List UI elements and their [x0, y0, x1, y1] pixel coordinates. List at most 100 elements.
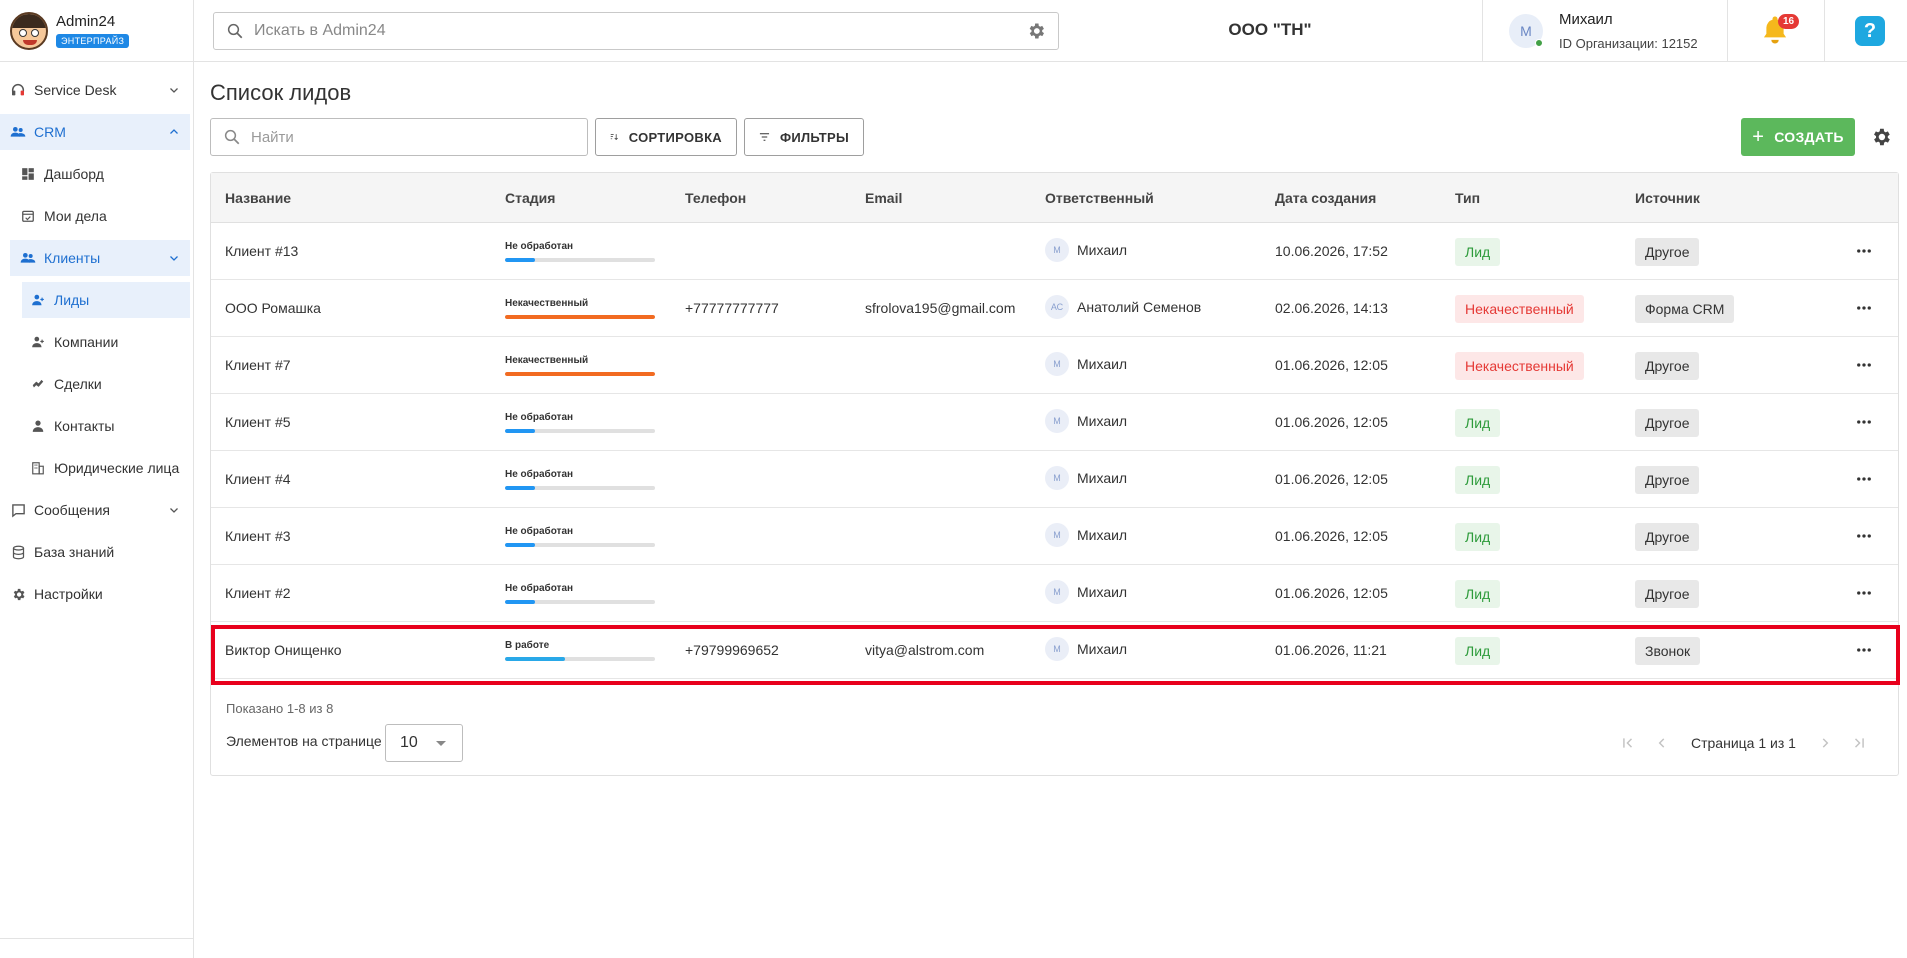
- responsible: М Михаил: [1045, 238, 1127, 262]
- admin24-logo-icon: [10, 11, 48, 50]
- more-horizontal-icon: [1857, 249, 1871, 253]
- column-header-responsible[interactable]: Ответственный: [1045, 190, 1154, 206]
- stage-label: Не обработан: [505, 241, 574, 252]
- sidebar-item-companies[interactable]: Компании: [0, 324, 190, 360]
- person-add-icon: [30, 292, 46, 308]
- sidebar-item-service-desk[interactable]: Service Desk: [0, 72, 190, 108]
- column-header-email[interactable]: Email: [865, 190, 902, 206]
- lead-name[interactable]: Клиент #3: [225, 528, 291, 544]
- more-actions-button[interactable]: [1855, 642, 1873, 658]
- notifications-button[interactable]: 16: [1760, 14, 1800, 48]
- table-settings-button[interactable]: [1870, 126, 1892, 153]
- responsible: М Михаил: [1045, 409, 1127, 433]
- created-date: 01.06.2026, 12:05: [1275, 414, 1388, 430]
- type-badge: Лид: [1455, 523, 1501, 551]
- leads-search[interactable]: [210, 118, 588, 156]
- table-row[interactable]: Клиент #3 Не обработан М Михаил 01.06.2026, …: [211, 508, 1898, 565]
- table-row[interactable]: Клиент #5 Не обработан М Михаил 01.06.2026, …: [211, 394, 1898, 451]
- sidebar-item-contacts[interactable]: Контакты: [0, 408, 190, 444]
- lead-name[interactable]: Клиент #7: [225, 357, 291, 373]
- first-page-icon: [1623, 738, 1633, 748]
- stage-progress-bar: [505, 315, 655, 319]
- lead-name[interactable]: ООО Ромашка: [225, 300, 321, 316]
- more-actions-button[interactable]: [1855, 471, 1873, 487]
- lead-name[interactable]: Клиент #5: [225, 414, 291, 430]
- table-row[interactable]: ООО Ромашка Некачественный +77777777777 sfr…: [211, 280, 1898, 337]
- more-actions-button[interactable]: [1855, 357, 1873, 373]
- sidebar-item-settings[interactable]: Настройки: [0, 576, 190, 612]
- column-header-stage[interactable]: Стадия: [505, 190, 555, 206]
- table-row[interactable]: Клиент #4 Не обработан М Михаил 01.06.2026, …: [211, 451, 1898, 508]
- responsible-name: Михаил: [1077, 641, 1128, 657]
- column-header-created[interactable]: Дата создания: [1275, 190, 1376, 206]
- stage-label: В работе: [505, 640, 550, 651]
- sort-button[interactable]: СОРТИРОВКА: [595, 118, 737, 156]
- column-header-phone[interactable]: Телефон: [685, 190, 746, 206]
- sort-label: СОРТИРОВКА: [628, 129, 722, 145]
- responsible: М Михаил: [1045, 523, 1127, 547]
- table-row[interactable]: Клиент #7 Некачественный М Михаил 01.06.2026…: [211, 337, 1898, 394]
- avatar: М: [1045, 466, 1069, 490]
- table-row[interactable]: Клиент #13 Не обработан М Михаил 10.06.2026,…: [211, 223, 1898, 280]
- prev-page-button[interactable]: [1645, 726, 1679, 760]
- sidebar-item-clients[interactable]: Клиенты: [10, 240, 190, 276]
- gear-icon[interactable]: [1026, 21, 1046, 41]
- per-page-select[interactable]: 10: [385, 724, 463, 762]
- type-badge: Лид: [1455, 238, 1501, 266]
- sidebar-item-crm[interactable]: CRM: [0, 114, 190, 150]
- sidebar-item-dashboard[interactable]: Дашборд: [0, 156, 190, 192]
- sidebar-item-knowledge-base[interactable]: База знаний: [0, 534, 190, 570]
- responsible-name: Михаил: [1077, 584, 1128, 600]
- people-icon: [20, 250, 36, 266]
- type-badge: Лид: [1455, 409, 1501, 437]
- leads-search-input[interactable]: [251, 128, 575, 146]
- sidebar-item-label: Мои дела: [44, 208, 107, 224]
- help-button[interactable]: ?: [1855, 16, 1885, 46]
- responsible-name: Анатолий Семенов: [1077, 299, 1202, 315]
- stage-progress-fill: [505, 429, 535, 433]
- chevron-right-icon: [1822, 738, 1829, 748]
- page-info: Страница 1 из 1: [1691, 735, 1796, 751]
- table-row[interactable]: Клиент #2 Не обработан М Михаил 01.06.2026, …: [211, 565, 1898, 622]
- filters-button[interactable]: ФИЛЬТРЫ: [744, 118, 864, 156]
- create-button[interactable]: + СОЗДАТЬ: [1741, 118, 1855, 156]
- sidebar-item-my-tasks[interactable]: Мои дела: [0, 198, 190, 234]
- more-actions-button[interactable]: [1855, 585, 1873, 601]
- more-actions-button[interactable]: [1855, 528, 1873, 544]
- table-row[interactable]: Виктор Онищенко В работе +79799969652 vitya…: [211, 622, 1898, 679]
- brand[interactable]: Admin24 ЭНТЕРПРАЙЗ: [0, 0, 194, 62]
- column-header-source[interactable]: Источник: [1635, 190, 1700, 206]
- more-actions-button[interactable]: [1855, 243, 1873, 259]
- more-horizontal-icon: [1857, 534, 1871, 538]
- handshake-icon: [30, 376, 46, 392]
- user-name: Михаил: [1559, 11, 1613, 28]
- lead-name[interactable]: Клиент #13: [225, 243, 298, 259]
- global-search-input[interactable]: [254, 22, 1026, 40]
- stage-progress-bar: [505, 657, 655, 661]
- lead-name[interactable]: Клиент #4: [225, 471, 291, 487]
- more-horizontal-icon: [1857, 591, 1871, 595]
- lead-name[interactable]: Виктор Онищенко: [225, 642, 342, 658]
- sidebar-item-legal-entities[interactable]: Юридические лица: [0, 450, 190, 486]
- building-icon: [30, 460, 46, 476]
- more-actions-button[interactable]: [1855, 414, 1873, 430]
- sidebar-item-messages[interactable]: Сообщения: [0, 492, 190, 528]
- more-actions-button[interactable]: [1855, 300, 1873, 316]
- last-page-button[interactable]: [1842, 726, 1876, 760]
- next-page-button[interactable]: [1808, 726, 1842, 760]
- per-page-label: Элементов на странице: [226, 733, 382, 749]
- stage-progress-fill: [505, 258, 535, 262]
- first-page-button[interactable]: [1611, 726, 1645, 760]
- sidebar-item-deals[interactable]: Сделки: [0, 366, 190, 402]
- lead-name[interactable]: Клиент #2: [225, 585, 291, 601]
- more-horizontal-icon: [1857, 420, 1871, 424]
- org-name[interactable]: ООО "ТН": [1180, 20, 1360, 40]
- sidebar-item-leads[interactable]: Лиды: [22, 282, 190, 318]
- avatar[interactable]: М: [1509, 14, 1543, 48]
- global-search[interactable]: [213, 12, 1059, 50]
- column-header-type[interactable]: Тип: [1455, 190, 1480, 206]
- lead-email: sfrolova195@gmail.com: [865, 300, 1016, 316]
- stage-indicator: Не обработан: [505, 526, 655, 547]
- avatar: М: [1045, 523, 1069, 547]
- column-header-name[interactable]: Название: [225, 190, 291, 206]
